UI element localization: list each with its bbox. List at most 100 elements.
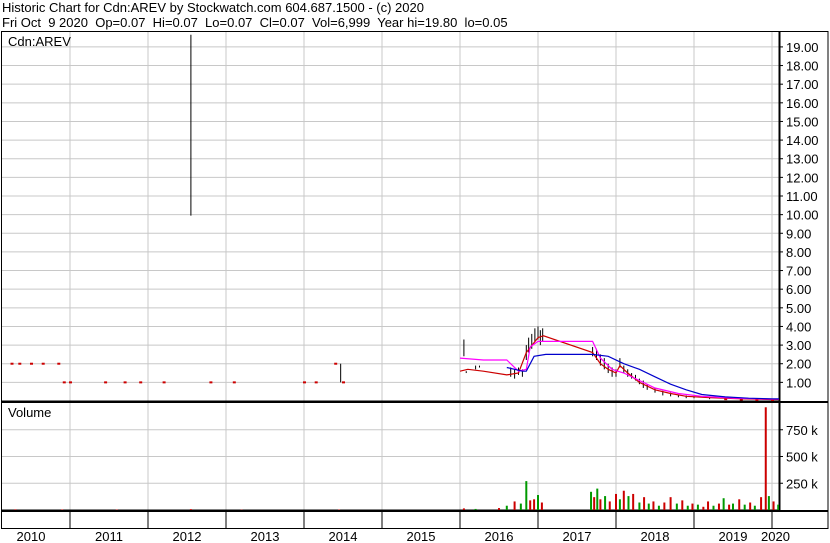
- x-tick-label: 2016: [485, 529, 514, 543]
- volume-bar: [189, 509, 192, 510]
- x-tick-label: 2019: [719, 529, 748, 543]
- price-tick: [209, 381, 213, 384]
- y-tick-label: 4.00: [786, 319, 811, 334]
- moving-average-line-2: [459, 340, 779, 400]
- y-tick-label: 14.00: [786, 133, 819, 148]
- price-tick: [162, 381, 166, 384]
- volume-bar: [657, 505, 660, 510]
- volume-bar: [675, 503, 678, 510]
- volume-bar: [593, 497, 596, 510]
- y-tick-label: 11.00: [786, 189, 818, 204]
- price-tick: [69, 381, 72, 384]
- price-series-layer: [10, 34, 821, 401]
- volume-bar: [615, 493, 617, 510]
- x-tick-label: 2010: [17, 529, 46, 543]
- x-tick-label: 2018: [641, 529, 670, 543]
- volume-bar: [712, 505, 715, 510]
- volume-bar: [519, 503, 522, 510]
- volume-bar: [749, 502, 752, 510]
- y-tick-label: 10.00: [786, 208, 819, 223]
- volume-bar: [787, 503, 789, 510]
- volume-bar: [818, 503, 820, 510]
- volume-bar: [537, 495, 539, 510]
- volume-bar: [707, 501, 710, 510]
- price-tick: [303, 381, 306, 384]
- y-tick-label: 8.00: [786, 245, 811, 260]
- volume-bar: [652, 501, 655, 510]
- x-axis-frame: [1, 511, 829, 529]
- volume-bar: [643, 497, 646, 510]
- price-tick: [10, 362, 14, 365]
- volume-bar: [767, 496, 770, 510]
- price-tick: [314, 381, 318, 384]
- volume-bar: [691, 503, 694, 510]
- y-tick-label: 12.00: [786, 170, 819, 185]
- price-tick: [123, 381, 127, 384]
- volume-bar: [663, 502, 666, 510]
- y-tick-label: 2.00: [786, 357, 811, 372]
- volume-bar: [717, 503, 720, 510]
- y-tick-label: 15.00: [786, 114, 819, 129]
- y-tick-label: 16.00: [786, 96, 819, 111]
- volume-bar: [525, 481, 528, 510]
- price-panel-title: Cdn:AREV: [8, 34, 71, 49]
- volume-bar: [813, 506, 815, 510]
- volume-bar: [702, 506, 705, 510]
- x-tick-label: 2020: [761, 529, 790, 543]
- volume-bar: [782, 491, 784, 510]
- volume-bar: [743, 504, 746, 510]
- volume-bar: [599, 499, 602, 510]
- price-tick: [232, 381, 236, 384]
- volume-tick-label: 250 k: [786, 476, 818, 491]
- volume-bar: [638, 502, 641, 510]
- chart-canvas: Cdn:AREV Volume 1.00 2.00 3.00 4.00 5.00 6.00…: [1, 31, 829, 543]
- price-tick: [342, 381, 345, 384]
- grid-layer: [2, 32, 783, 510]
- y-tick-label: 17.00: [786, 77, 819, 92]
- volume-tick-label: 500 k: [786, 450, 818, 465]
- volume-bar: [596, 488, 599, 510]
- volume-bar: [498, 508, 500, 510]
- volume-tick-label: 750 k: [786, 423, 818, 438]
- volume-bar: [622, 490, 625, 510]
- x-tick-label: 2012: [173, 529, 202, 543]
- price-tick: [104, 381, 108, 384]
- volume-bar: [533, 499, 536, 510]
- volume-bar: [772, 501, 775, 510]
- volume-bar: [796, 499, 798, 510]
- price-panel-frame: [1, 31, 829, 402]
- volume-bar: [760, 497, 763, 510]
- stock-chart: Historic Chart for Cdn:AREV by Stockwatc…: [0, 0, 830, 543]
- y-tick-label: 7.00: [786, 264, 811, 279]
- x-tick-label: 2013: [251, 529, 280, 543]
- volume-bar: [505, 505, 508, 510]
- x-tick-label: 2015: [407, 529, 436, 543]
- volume-bar: [604, 496, 607, 510]
- x-tick-label: 2017: [563, 529, 592, 543]
- volume-bar: [669, 497, 672, 510]
- y-tick-label: 9.00: [786, 226, 811, 241]
- volume-bar: [753, 505, 756, 510]
- y-tick-label: 19.00: [786, 40, 819, 55]
- volume-bar: [728, 504, 731, 510]
- price-tick: [818, 399, 821, 401]
- volume-bar: [822, 507, 824, 510]
- volume-bars-layer: [14, 407, 824, 510]
- price-tick: [41, 362, 45, 365]
- price-tick: [62, 381, 66, 384]
- volume-panel-title: Volume: [8, 405, 51, 420]
- y-tick-label: 1.00: [786, 375, 811, 390]
- price-tick: [57, 362, 61, 365]
- volume-bar: [608, 501, 611, 510]
- panel-frames: [1, 31, 829, 529]
- volume-bar: [802, 504, 804, 510]
- volume-bar: [529, 500, 532, 510]
- volume-bar: [696, 504, 699, 510]
- price-tick: [139, 381, 143, 384]
- x-tick-label: 2014: [329, 529, 358, 543]
- price-tick: [334, 362, 338, 365]
- volume-bar: [618, 499, 621, 510]
- volume-bar: [462, 508, 465, 510]
- volume-bar: [632, 493, 635, 510]
- volume-bar: [627, 496, 630, 510]
